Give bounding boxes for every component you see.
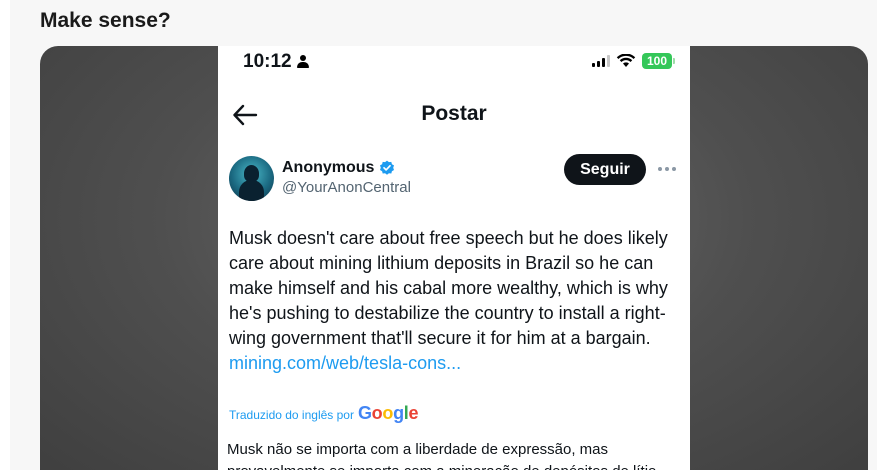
translation-attribution: Traduzido do inglês por Google <box>229 403 418 424</box>
follow-button[interactable]: Seguir <box>564 154 646 185</box>
author-handle[interactable]: @YourAnonCentral <box>282 179 411 196</box>
author-name[interactable]: Anonymous <box>282 159 395 177</box>
person-icon <box>296 55 310 69</box>
status-bar-time: 10:12 <box>243 51 310 73</box>
tweet-body: Musk doesn't care about free speech but … <box>229 226 681 376</box>
page-title: Postar <box>421 102 487 125</box>
phone-screenshot: 10:12 100 Postar Anonymous @YourAnonCent… <box>218 46 690 470</box>
battery-icon: 100 <box>642 53 675 69</box>
tweet-link[interactable]: mining.com/web/tesla-cons... <box>229 351 681 376</box>
post-card: Make sense? 10:12 100 Postar Anonymous @… <box>10 0 877 470</box>
google-logo: Google <box>357 403 419 423</box>
translation-label: Traduzido do inglês por <box>229 408 354 422</box>
signal-icon <box>592 55 610 67</box>
wifi-icon <box>616 54 636 67</box>
status-bar-indicators: 100 <box>592 53 675 69</box>
tweet-text: Musk doesn't care about free speech but … <box>229 228 668 348</box>
translated-text: Musk não se importa com a liberdade de e… <box>227 441 656 470</box>
more-icon[interactable] <box>658 167 676 171</box>
author-name-text: Anonymous <box>282 159 375 176</box>
battery-level: 100 <box>646 54 668 68</box>
verified-icon <box>380 160 395 175</box>
status-time-text: 10:12 <box>243 51 292 72</box>
post-question: Make sense? <box>40 9 171 32</box>
avatar[interactable] <box>229 156 274 201</box>
post-image[interactable]: 10:12 100 Postar Anonymous @YourAnonCent… <box>40 46 868 470</box>
